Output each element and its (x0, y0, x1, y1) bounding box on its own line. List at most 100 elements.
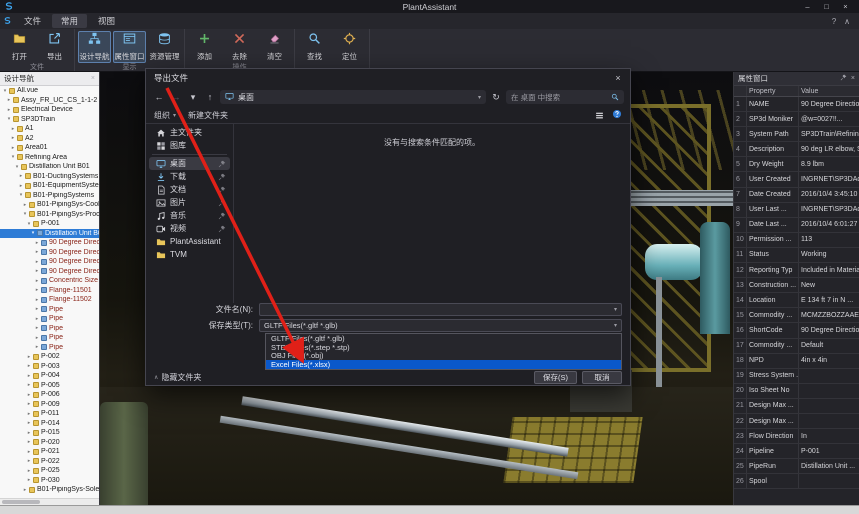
property-row[interactable]: 21 Design Max ... (734, 398, 859, 414)
save-type-select[interactable]: GLTF Files(*.gltf *.glb) ▾ (259, 319, 622, 332)
view-options-icon[interactable] (595, 111, 604, 120)
tree-item[interactable]: ▸ A1 (0, 124, 99, 134)
tree-item[interactable]: ▸ P-020 (0, 438, 99, 448)
expand-icon[interactable]: ▸ (34, 306, 40, 312)
expand-icon[interactable]: ▸ (34, 297, 40, 303)
expand-icon[interactable]: ▸ (26, 401, 32, 407)
tree-item[interactable]: ▸90 Degree Direction Change... (0, 257, 99, 267)
property-row[interactable]: 19 Stress System ... (734, 368, 859, 384)
expand-icon[interactable]: ▸ (10, 126, 16, 132)
property-row[interactable]: 7 Date Created 2016/10/4 3:45:10 (734, 187, 859, 203)
expand-icon[interactable]: ▸ (18, 173, 24, 179)
property-row[interactable]: 20 Iso Sheet No (734, 383, 859, 399)
property-row[interactable]: 17 Commodity ... Default (734, 338, 859, 354)
app-menu-icon[interactable] (3, 12, 12, 30)
tree-item[interactable]: ▸ Area01 (0, 143, 99, 153)
refresh-icon[interactable]: ↻ (489, 92, 503, 103)
expand-icon[interactable]: ▸ (6, 97, 12, 103)
expand-icon[interactable]: ▸ (26, 449, 32, 455)
recent-locations-icon[interactable]: ▾ (186, 92, 200, 103)
panel-close-icon[interactable]: × (91, 75, 95, 82)
scrollbar-thumb[interactable] (2, 500, 40, 504)
property-row[interactable]: 4Description90 deg LR elbow, S... (734, 142, 859, 158)
tab-文件[interactable]: 文件 (15, 14, 50, 28)
forward-icon[interactable]: → (169, 92, 183, 102)
property-row[interactable]: 13 Construction ... New (734, 278, 859, 294)
help-icon[interactable] (612, 109, 622, 121)
expand-icon[interactable]: ▸ (34, 325, 40, 331)
tree-item[interactable]: ▾ SP3DTrain (0, 115, 99, 125)
expand-icon[interactable]: ▸ (34, 278, 40, 284)
tree-item[interactable]: ▸ P-022 (0, 457, 99, 467)
tree-item[interactable]: ▸ P-004 (0, 371, 99, 381)
tree-item[interactable]: ▸ P-015 (0, 428, 99, 438)
property-row[interactable]: 22 Design Max ... (734, 413, 859, 430)
column-value[interactable]: Value (799, 86, 859, 96)
tree-item[interactable]: ▸ Electrical Device (0, 105, 99, 115)
expand-icon[interactable]: ▸ (26, 468, 32, 474)
close-button[interactable]: × (836, 0, 855, 13)
expand-icon[interactable]: ▸ (26, 439, 32, 445)
expand-icon[interactable]: ▸ (26, 382, 32, 388)
tree-item[interactable]: ▸90 Degree Direction Change... (0, 238, 99, 248)
expand-icon[interactable]: ▸ (6, 107, 12, 113)
sidebar-item-视频[interactable]: 视频 (149, 222, 230, 235)
expand-icon[interactable]: ▸ (26, 458, 32, 464)
tree-item[interactable]: ▸ Assy_FR_UC_CS_1-1-2 (0, 96, 99, 106)
organize-button[interactable]: 组织 ▾ (154, 110, 176, 121)
property-row[interactable]: 9 Date Last ... 2016/10/4 6:01:27 (734, 217, 859, 233)
tree-item[interactable]: ▾ Refining Area (0, 153, 99, 163)
sidebar-item-图库[interactable]: 图库 (149, 139, 230, 152)
expand-icon[interactable]: ▸ (34, 287, 40, 293)
tree-item[interactable]: ▸90 Degree Direction Change... (0, 248, 99, 258)
expand-icon[interactable]: ▸ (18, 183, 24, 189)
tree-item[interactable]: ▸B01-EquipmentSystems (0, 181, 99, 191)
tree-item[interactable]: ▸ P-009 (0, 400, 99, 410)
ribbon-button-设计导航[interactable]: 设计导航 (78, 31, 111, 63)
expand-icon[interactable]: ▸ (34, 335, 40, 341)
expand-icon[interactable]: ▸ (26, 477, 32, 483)
tree-item[interactable]: ▸ Pipe (0, 314, 99, 324)
sidebar-item-图片[interactable]: 图片 (149, 196, 230, 209)
expand-icon[interactable]: ▸ (10, 145, 16, 151)
tree-item[interactable]: ▸ P-006 (0, 390, 99, 400)
expand-icon[interactable]: ▸ (34, 240, 40, 246)
collapse-icon[interactable]: ▾ (14, 164, 20, 170)
ribbon-button-定位[interactable]: 定位 (333, 31, 366, 63)
ribbon-button-去除[interactable]: 去除 (223, 31, 256, 63)
property-row[interactable]: 8User Last ...INGRNET\SP3DAd... (734, 202, 859, 218)
sidebar-item-PlantAssistant[interactable]: PlantAssistant (149, 235, 230, 248)
tree-item[interactable]: ▾ All.vue (0, 86, 99, 96)
tree-item[interactable]: ▸ P-011 (0, 409, 99, 419)
dialog-close-icon[interactable]: × (606, 69, 630, 87)
collapse-icon[interactable]: ▾ (6, 116, 12, 122)
up-icon[interactable]: ↑ (203, 92, 217, 102)
expand-icon[interactable]: ▸ (10, 135, 16, 141)
sidebar-item-桌面[interactable]: 桌面 (149, 157, 230, 170)
property-row[interactable]: 23 Flow Direction In (734, 429, 859, 445)
file-name-input[interactable]: ▾ (259, 303, 622, 316)
save-button[interactable]: 保存(S) (534, 370, 577, 384)
sidebar-item-文档[interactable]: 文档 (149, 183, 230, 196)
tree-item[interactable]: ▸ P-014 (0, 419, 99, 429)
tree-item[interactable]: ▸ P-030 (0, 476, 99, 486)
property-row[interactable]: 5 Dry Weight 8.9 lbm (734, 157, 859, 173)
tree-item[interactable]: ▸ Pipe (0, 324, 99, 334)
tree-item[interactable]: ▾ B01-PipingSystems (0, 191, 99, 201)
collapse-icon[interactable]: ▾ (10, 154, 16, 160)
collapse-icon[interactable]: ▾ (30, 230, 36, 236)
expand-icon[interactable]: ▸ (22, 487, 28, 493)
tree-item[interactable]: ▸ Pipe (0, 333, 99, 343)
sidebar-item-下载[interactable]: 下载 (149, 170, 230, 183)
expand-icon[interactable]: ▸ (26, 411, 32, 417)
maximize-button[interactable]: □ (817, 0, 836, 13)
collapse-icon[interactable]: ▾ (22, 211, 28, 217)
minimize-button[interactable]: – (798, 0, 817, 13)
expand-icon[interactable]: ▸ (26, 420, 32, 426)
ribbon-button-打开[interactable]: 打开 (3, 31, 36, 63)
property-row[interactable]: 15Commodity ...MCMZZBOZZAAEA... (734, 308, 859, 324)
tree-item[interactable]: ▸ Flange-11501 (0, 286, 99, 296)
expand-icon[interactable]: ▸ (34, 259, 40, 265)
ribbon-button-添加[interactable]: 添加 (188, 31, 221, 63)
tree-item[interactable]: ▾B01-PipingSys-Process (0, 210, 99, 220)
